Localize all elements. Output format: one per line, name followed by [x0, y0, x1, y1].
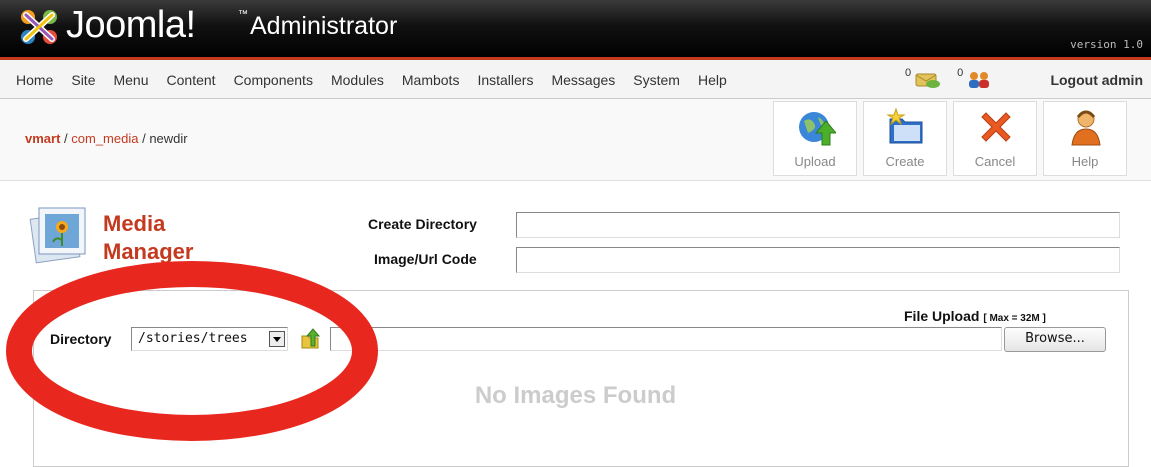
file-upload-text: File Upload	[904, 308, 980, 324]
menu-item-components[interactable]: Components	[234, 72, 313, 88]
create-directory-label: Create Directory	[368, 216, 477, 232]
breadcrumb-separator: /	[138, 131, 150, 146]
breadcrumb-component[interactable]: com_media	[71, 131, 138, 146]
file-upload-label: File Upload [ Max = 32M ]	[904, 308, 1046, 324]
page-title-line1: Media	[103, 211, 166, 236]
create-button[interactable]: Create	[863, 101, 947, 176]
brand-name: Joomla!	[66, 4, 196, 46]
menu-item-menu[interactable]: Menu	[113, 72, 148, 88]
menu-items: Home Site Menu Content Components Module…	[16, 72, 745, 88]
menu-item-content[interactable]: Content	[167, 72, 216, 88]
logout-link[interactable]: Logout admin	[1050, 72, 1143, 88]
menu-item-system[interactable]: System	[633, 72, 680, 88]
brand-subtitle: Administrator	[250, 12, 398, 40]
create-button-label: Create	[885, 154, 925, 169]
cancel-button-label: Cancel	[974, 154, 1016, 169]
users-online-icon[interactable]	[965, 68, 993, 90]
upload-button-label: Upload	[794, 154, 836, 169]
help-person-icon	[1071, 110, 1101, 146]
menu-item-home[interactable]: Home	[16, 72, 53, 88]
menu-item-mambots[interactable]: Mambots	[402, 72, 460, 88]
status-area: 0 0	[905, 67, 993, 90]
users-count: 0	[957, 67, 964, 79]
menu-item-help[interactable]: Help	[698, 72, 727, 88]
browse-button[interactable]: Browse...	[1004, 327, 1106, 352]
file-upload-input[interactable]	[330, 327, 1002, 351]
breadcrumb-current: newdir	[149, 131, 188, 146]
main-menu-bar: Home Site Menu Content Components Module…	[0, 57, 1151, 99]
menu-item-modules[interactable]: Modules	[331, 72, 384, 88]
directory-select-value: /stories/trees	[138, 331, 248, 346]
image-url-code-label: Image/Url Code	[374, 251, 477, 267]
page-title: Media Manager	[103, 210, 193, 266]
chevron-down-icon	[269, 331, 285, 347]
path-toolbar-bar: vmart / com_media / newdir Upload Create	[0, 99, 1151, 181]
cancel-x-icon	[981, 112, 1011, 142]
breadcrumb-root[interactable]: vmart	[25, 131, 60, 146]
directory-label: Directory	[50, 331, 112, 347]
menu-item-site[interactable]: Site	[71, 72, 95, 88]
create-directory-input[interactable]	[516, 212, 1120, 238]
toolbar: Upload Create Cancel Help	[773, 101, 1127, 176]
cancel-button[interactable]: Cancel	[953, 101, 1037, 176]
breadcrumb-separator: /	[60, 131, 72, 146]
menu-item-messages[interactable]: Messages	[551, 72, 615, 88]
messages-icon[interactable]	[913, 68, 941, 90]
breadcrumb: vmart / com_media / newdir	[25, 131, 188, 146]
menu-item-installers[interactable]: Installers	[477, 72, 533, 88]
media-manager-icon	[29, 207, 86, 264]
help-button[interactable]: Help	[1043, 101, 1127, 176]
upload-globe-icon	[799, 112, 836, 146]
joomla-logo-icon	[21, 10, 57, 44]
create-folder-icon	[886, 107, 923, 144]
admin-header: Joomla! ™ Administrator version 1.0	[0, 0, 1151, 57]
version-label: version 1.0	[1070, 38, 1143, 51]
directory-select[interactable]: /stories/trees	[131, 327, 288, 351]
image-url-code-input[interactable]	[516, 247, 1120, 273]
folder-up-icon[interactable]	[300, 328, 322, 350]
brand-trademark: ™	[238, 9, 248, 20]
page-title-line2: Manager	[103, 239, 194, 264]
help-button-label: Help	[1071, 154, 1099, 169]
no-images-message: No Images Found	[474, 382, 677, 409]
max-size-label: [ Max = 32M ]	[983, 313, 1046, 324]
upload-button[interactable]: Upload	[773, 101, 857, 176]
messages-count: 0	[905, 67, 912, 79]
